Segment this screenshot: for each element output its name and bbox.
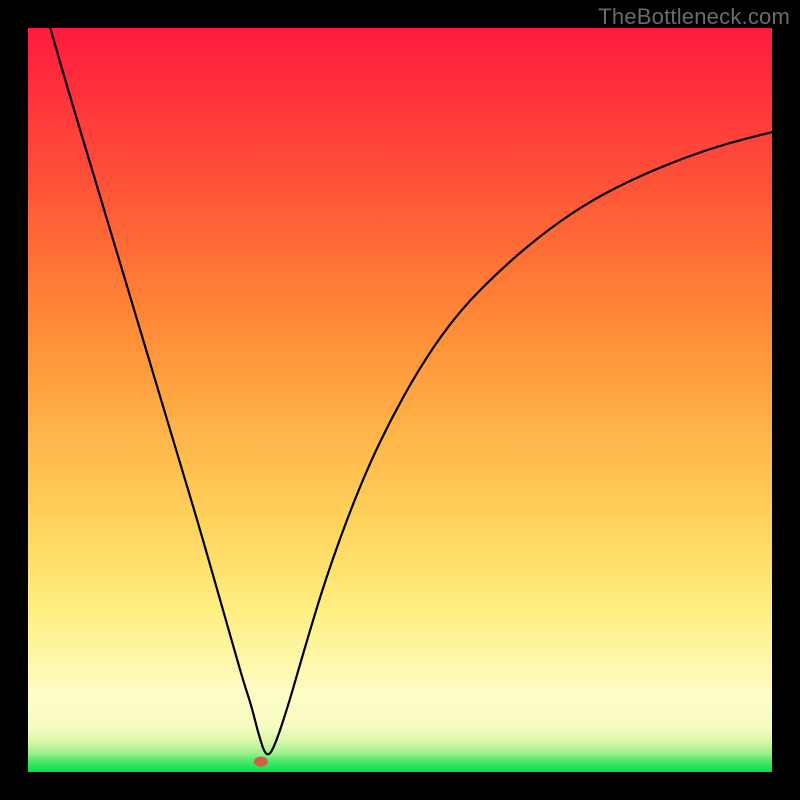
optimal-point-marker (254, 757, 268, 767)
chart-container: TheBottleneck.com (0, 0, 800, 800)
curve-layer (28, 28, 772, 772)
plot-area (28, 28, 772, 772)
bottleneck-curve (50, 28, 772, 754)
watermark-text: TheBottleneck.com (598, 4, 790, 30)
